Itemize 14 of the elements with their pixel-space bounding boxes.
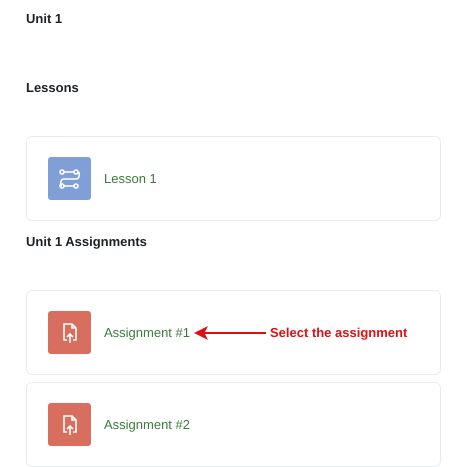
activity-card[interactable]: Assignment #1 Select the assignment [26,290,441,375]
left-arrow [194,326,266,340]
route-icon [58,168,80,188]
activity-link[interactable]: Assignment #2 [104,414,190,434]
section-heading: Unit 1 Assignments [26,233,148,250]
activity-card[interactable]: Lesson 1 [26,136,441,221]
activity-link[interactable]: Assignment #1 [104,322,190,342]
file-upload-icon [62,414,78,436]
section-heading: Lessons [26,79,80,96]
section-heading: Unit 1 [26,10,64,27]
activity-link[interactable]: Lesson 1 [104,168,157,188]
file-upload-icon [62,322,78,344]
activity-card[interactable]: Assignment #2 [26,382,441,467]
annotation-text: Select the assignment [270,324,408,342]
